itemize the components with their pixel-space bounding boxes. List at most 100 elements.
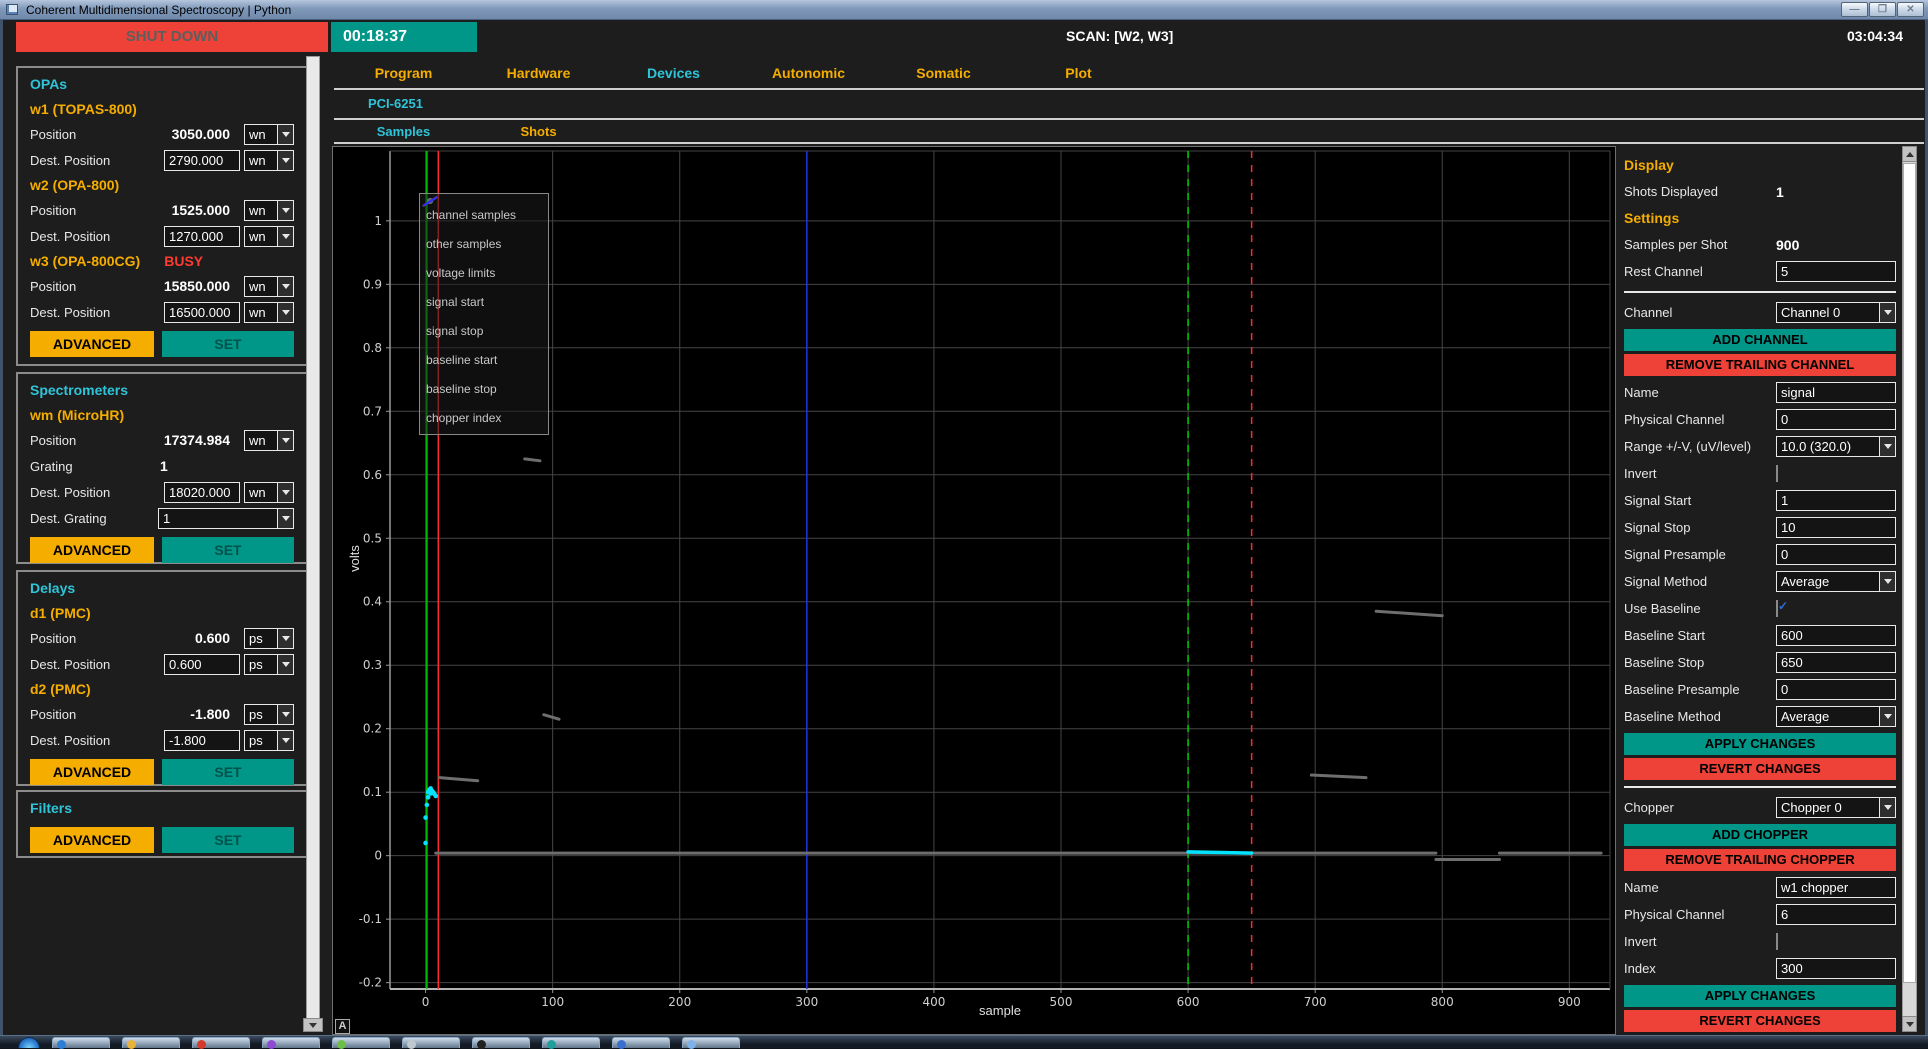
tab-pci-6251[interactable]: PCI-6251 <box>368 96 423 111</box>
baseline-start-input[interactable]: 600 <box>1776 625 1896 646</box>
w1-dest-input[interactable]: 2790.000 <box>164 150 240 171</box>
chevron-down-icon[interactable] <box>1879 707 1895 726</box>
samples-plot[interactable]: -0.2-0.100.10.20.30.40.50.60.70.80.91010… <box>332 146 1616 1035</box>
tab-somatic[interactable]: Somatic <box>876 60 1011 86</box>
channel-select[interactable]: Channel 0 <box>1776 302 1896 323</box>
physical-channel-input[interactable]: 0 <box>1776 409 1896 430</box>
chevron-down-icon[interactable] <box>277 431 293 450</box>
chevron-down-icon[interactable] <box>277 277 293 296</box>
signal-start-input[interactable]: 1 <box>1776 490 1896 511</box>
taskbar-app-button[interactable] <box>472 1037 530 1048</box>
baseline-presample-input[interactable]: 0 <box>1776 679 1896 700</box>
w1-dest-units-select[interactable]: wn <box>244 150 294 171</box>
invert-checkbox[interactable] <box>1776 465 1778 482</box>
wm-dest-units-select[interactable]: wn <box>244 482 294 503</box>
filters-advanced-button[interactable]: ADVANCED <box>30 827 154 853</box>
taskbar-app-button[interactable] <box>192 1037 250 1048</box>
opas-advanced-button[interactable]: ADVANCED <box>30 331 154 357</box>
chevron-down-icon[interactable] <box>277 629 293 648</box>
chevron-down-icon[interactable] <box>277 125 293 144</box>
d1-dest-input[interactable]: 0.600 <box>164 654 240 675</box>
chopper-revert-changes-button[interactable]: REVERT CHANGES <box>1624 1010 1896 1032</box>
w2-dest-input[interactable]: 1270.000 <box>164 226 240 247</box>
chevron-down-icon[interactable] <box>277 705 293 724</box>
w3-dest-input[interactable]: 16500.000 <box>164 302 240 323</box>
signal-presample-input[interactable]: 0 <box>1776 544 1896 565</box>
chopper-apply-changes-button[interactable]: APPLY CHANGES <box>1624 985 1896 1007</box>
baseline-stop-input[interactable]: 650 <box>1776 652 1896 673</box>
taskbar-app-button[interactable] <box>682 1037 740 1048</box>
scroll-up-icon[interactable] <box>1902 146 1917 162</box>
chevron-down-icon[interactable] <box>1879 437 1895 456</box>
chevron-down-icon[interactable] <box>277 509 293 528</box>
chopper-invert-checkbox[interactable] <box>1776 933 1778 950</box>
chevron-down-icon[interactable] <box>277 151 293 170</box>
close-icon[interactable]: ✕ <box>1897 2 1924 17</box>
wm-dest-input[interactable]: 18020.000 <box>164 482 240 503</box>
taskbar-app-button[interactable] <box>612 1037 670 1048</box>
add-channel-button[interactable]: ADD CHANNEL <box>1624 329 1896 351</box>
w3-dest-units-select[interactable]: wn <box>244 302 294 323</box>
tab-samples[interactable]: Samples <box>336 122 471 142</box>
chevron-down-icon[interactable] <box>277 227 293 246</box>
sidebar-scrollbar[interactable] <box>306 56 320 1032</box>
d1-dest-units-select[interactable]: ps <box>244 654 294 675</box>
d2-dest-units-select[interactable]: ps <box>244 730 294 751</box>
scroll-down-icon[interactable] <box>1902 1016 1917 1032</box>
restore-icon[interactable]: ❐ <box>1869 2 1896 17</box>
add-chopper-button[interactable]: ADD CHOPPER <box>1624 824 1896 846</box>
shutdown-button[interactable]: SHUT DOWN <box>16 22 328 52</box>
taskbar-app-button[interactable] <box>402 1037 460 1048</box>
w3-position-units-select[interactable]: wn <box>244 276 294 297</box>
tab-plot[interactable]: Plot <box>1011 60 1146 86</box>
chevron-down-icon[interactable] <box>277 731 293 750</box>
signal-method-select[interactable]: Average <box>1776 571 1896 592</box>
taskbar-app-button[interactable] <box>52 1037 110 1048</box>
d2-position-units-select[interactable]: ps <box>244 704 294 725</box>
taskbar-app-button[interactable] <box>542 1037 600 1048</box>
w2-position-units-select[interactable]: wn <box>244 200 294 221</box>
chevron-down-icon[interactable] <box>1879 798 1895 817</box>
remove-trailing-channel-button[interactable]: REMOVE TRAILING CHANNEL <box>1624 354 1896 376</box>
chevron-down-icon[interactable] <box>277 303 293 322</box>
wm-position-units-select[interactable]: wn <box>244 430 294 451</box>
taskbar-app-button[interactable] <box>262 1037 320 1048</box>
filters-set-button[interactable]: SET <box>162 827 294 853</box>
tab-shots[interactable]: Shots <box>471 122 606 142</box>
scrollbar-thumb[interactable] <box>1903 163 1916 983</box>
spectrometers-set-button[interactable]: SET <box>162 537 294 563</box>
tab-autonomic[interactable]: Autonomic <box>741 60 876 86</box>
w1-position-units-select[interactable]: wn <box>244 124 294 145</box>
d2-dest-input[interactable]: -1.800 <box>164 730 240 751</box>
chevron-down-icon[interactable] <box>277 483 293 502</box>
revert-changes-button[interactable]: REVERT CHANGES <box>1624 758 1896 780</box>
minimize-icon[interactable]: — <box>1841 2 1868 17</box>
signal-stop-input[interactable]: 10 <box>1776 517 1896 538</box>
chopper-select[interactable]: Chopper 0 <box>1776 797 1896 818</box>
delays-set-button[interactable]: SET <box>162 759 294 785</box>
tab-program[interactable]: Program <box>336 60 471 86</box>
apply-changes-button[interactable]: APPLY CHANGES <box>1624 733 1896 755</box>
window-titlebar[interactable]: Coherent Multidimensional Spectroscopy |… <box>0 0 1928 20</box>
w2-dest-units-select[interactable]: wn <box>244 226 294 247</box>
d1-position-units-select[interactable]: ps <box>244 628 294 649</box>
chopper-index-input[interactable]: 300 <box>1776 958 1896 979</box>
autoscale-button[interactable]: A <box>335 1019 350 1034</box>
taskbar-app-button[interactable] <box>122 1037 180 1048</box>
chopper-name-input[interactable]: w1 chopper <box>1776 877 1896 898</box>
channel-name-input[interactable]: signal <box>1776 382 1896 403</box>
remove-trailing-chopper-button[interactable]: REMOVE TRAILING CHOPPER <box>1624 849 1896 871</box>
chevron-down-icon[interactable] <box>277 655 293 674</box>
chevron-down-icon[interactable] <box>1879 303 1895 322</box>
opas-set-button[interactable]: SET <box>162 331 294 357</box>
spectrometers-advanced-button[interactable]: ADVANCED <box>30 537 154 563</box>
tab-hardware[interactable]: Hardware <box>471 60 606 86</box>
taskbar-app-button[interactable] <box>332 1037 390 1048</box>
range-select[interactable]: 10.0 (320.0) <box>1776 436 1896 457</box>
chevron-down-icon[interactable] <box>1879 572 1895 591</box>
use-baseline-checkbox[interactable] <box>1776 600 1778 617</box>
tab-devices[interactable]: Devices <box>606 60 741 86</box>
chopper-physical-input[interactable]: 6 <box>1776 904 1896 925</box>
chevron-down-icon[interactable] <box>277 201 293 220</box>
rest-channel-input[interactable]: 5 <box>1776 261 1896 282</box>
